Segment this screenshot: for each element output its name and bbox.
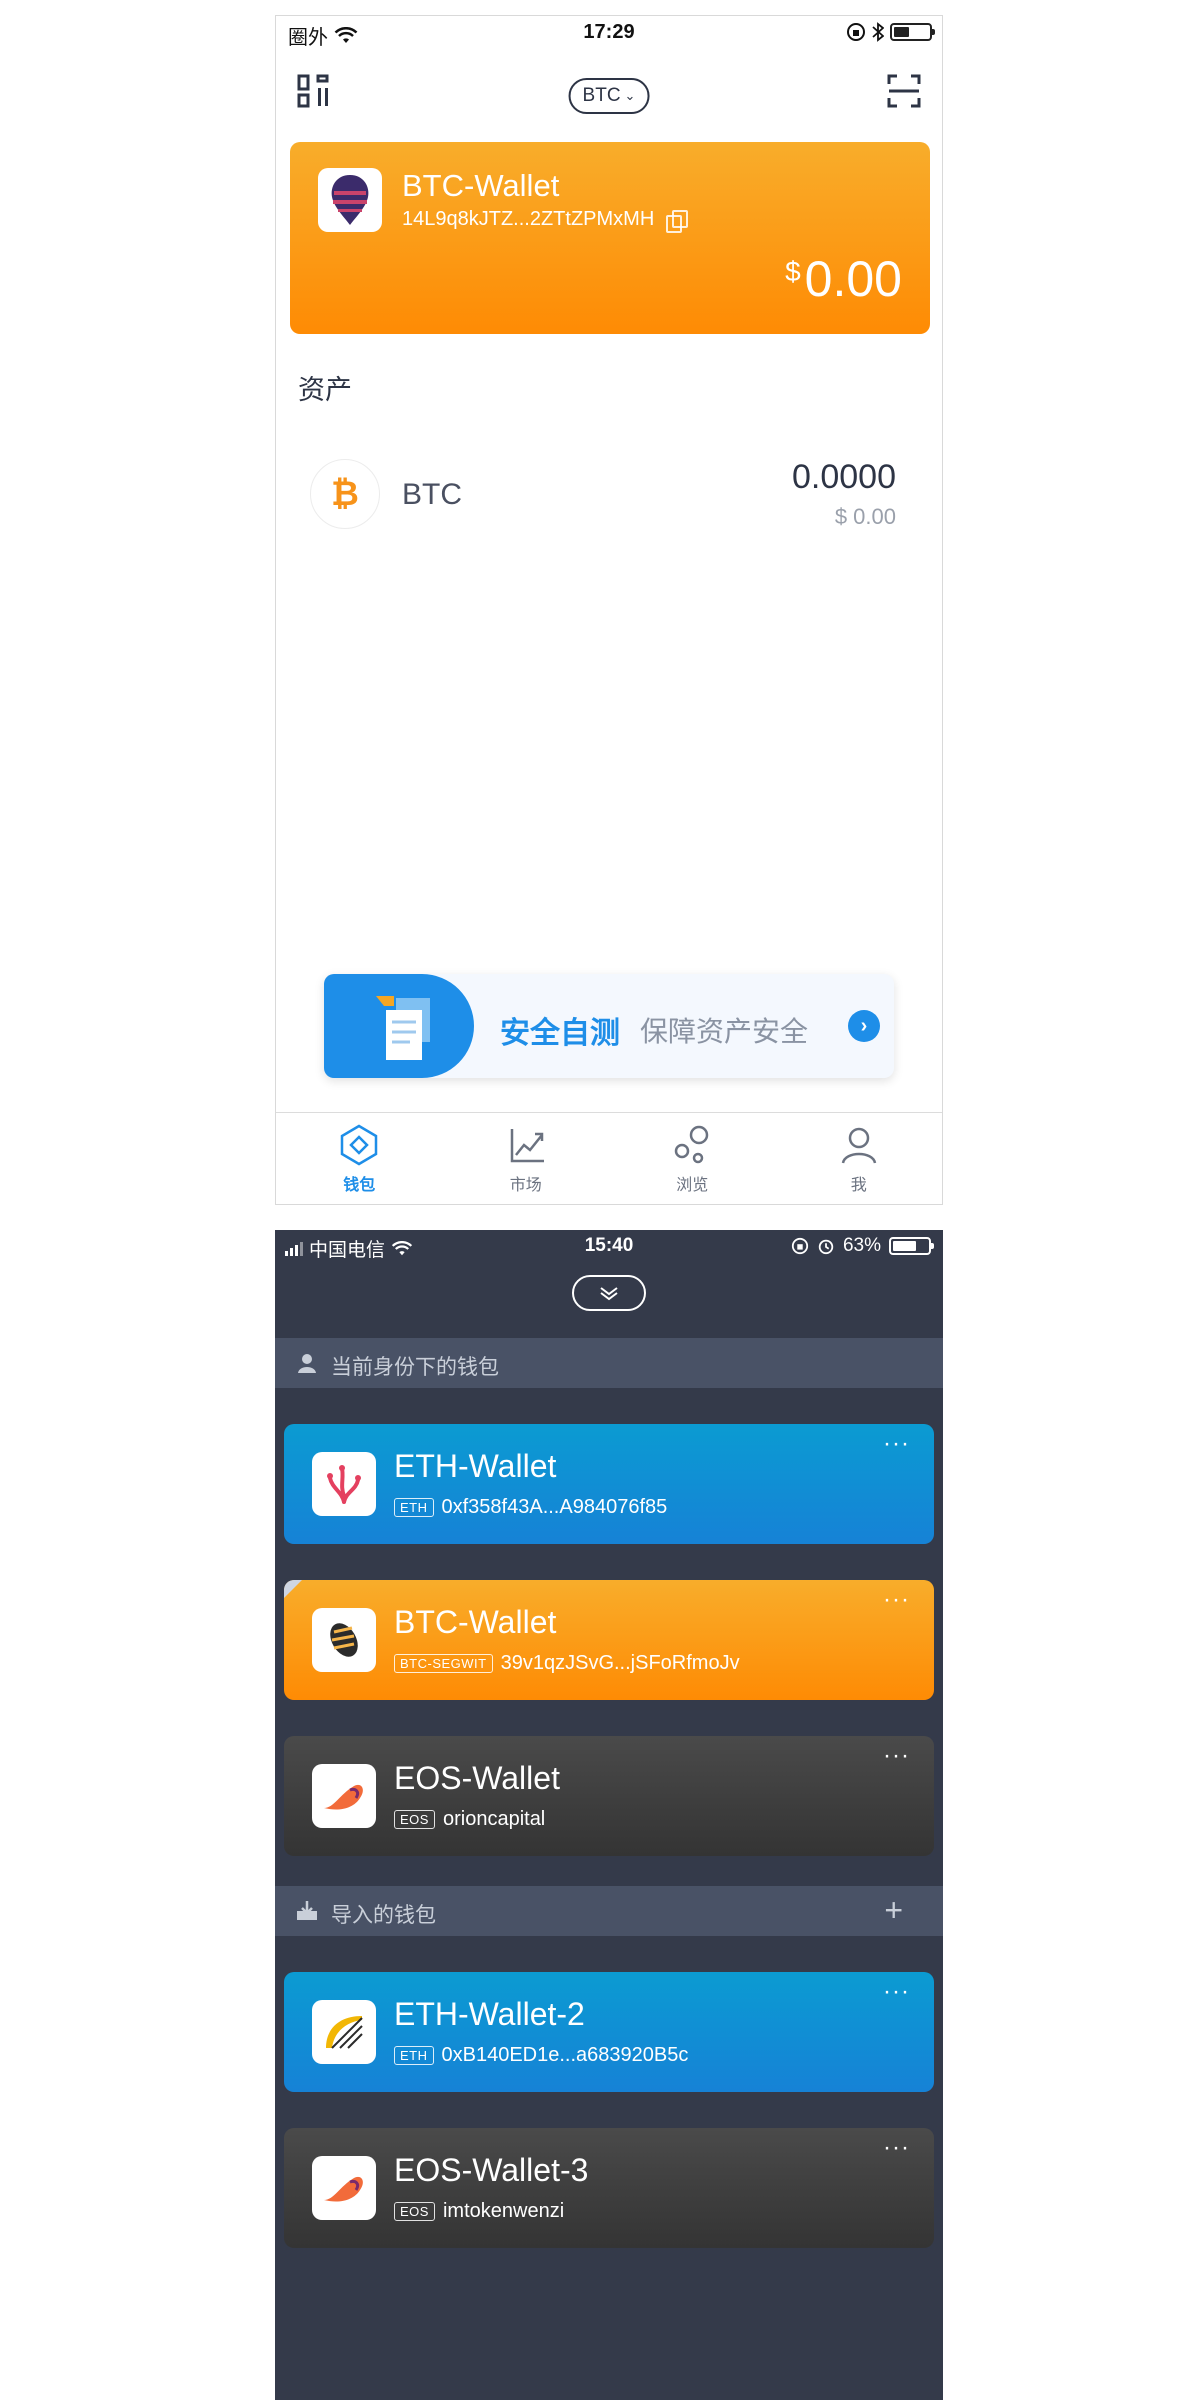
tab-label: 钱包 [343,1177,376,1194]
wallet-card-btc[interactable]: BTC-Wallet BTC-SEGWIT 39v1qzJSvG...jSFoR… [284,1580,934,1700]
wallet-name: BTC-Wallet [402,168,560,203]
imported-section-header: 导入的钱包 + [275,1886,943,1936]
asset-row-btc[interactable]: ₿ BTC 0.0000 $ 0.00 [298,456,918,536]
status-bar: 中国电信 15:40 63% [275,1230,943,1264]
balance-amount: 0.00 [804,251,902,307]
person-icon [298,1354,316,1373]
coral-logo-icon [327,1465,361,1504]
wallet-card-eth[interactable]: ETH-Wallet ETH 0xf358f43A...A984076f85 ·… [284,1424,934,1544]
banner-title: 安全自测 [500,1017,620,1050]
battery-percent: 63% [842,1235,881,1256]
wallet-name: EOS-Wallet [394,1760,560,1796]
coin-selector[interactable]: BTC ⌄ [568,78,650,114]
wallet-name: ETH-Wallet-2 [394,1996,585,2032]
btc-coin-icon: ₿ [310,459,380,529]
more-options-icon[interactable]: ··· [883,1742,910,1770]
wallet-name: EOS-Wallet-3 [394,2152,589,2188]
wallet-balance: $ 0.00 [785,250,902,308]
wallet-icon [341,1124,378,1166]
current-wallet-card[interactable]: BTC-Wallet 14L9q8kJTZ...2ZTtZPMxMH $ 0.0… [290,142,930,334]
tab-bar: 钱包 市场 浏览 我 [276,1112,943,1204]
bluetooth-icon [872,22,884,42]
alarm-icon [818,1239,834,1255]
browse-bubbles-icon [675,1125,709,1164]
conch-logo-icon [324,1784,363,1810]
add-wallet-icon[interactable]: + [884,1892,903,1929]
tab-label: 市场 [509,1177,542,1194]
section-label: 当前身份下的钱包 [331,1356,499,1379]
chain-tag: ETH [394,2046,434,2065]
tab-label: 我 [850,1177,867,1194]
wallet-address: 0xf358f43A...A984076f85 [441,1496,668,1518]
tab-me[interactable]: 我 [776,1113,943,1204]
selected-corner-indicator [284,1580,302,1598]
more-options-icon[interactable]: ··· [883,1978,910,2006]
wallet-avatar [312,1452,376,1516]
chain-tag: BTC-SEGWIT [394,1654,493,1673]
wallet-avatar [312,2000,376,2064]
shell-logo-icon [330,1623,358,1657]
chain-tag: EOS [394,1810,435,1829]
wallet-avatar [318,168,382,232]
market-chart-icon [510,1129,544,1163]
battery-icon [889,1237,934,1255]
tab-browse[interactable]: 浏览 [609,1113,776,1204]
more-options-icon[interactable]: ··· [883,1586,910,1614]
chain-tag: EOS [394,2202,435,2221]
orientation-lock-icon [791,1237,809,1255]
tab-label: 浏览 [676,1177,709,1194]
wallet-home-screen: 圈外 17:29 BTC ⌄ BTC-Wallet 14L9q8kJTZ...2… [275,15,943,1205]
wallet-card-eos[interactable]: EOS-Wallet EOS orioncapital ··· [284,1736,934,1856]
security-check-banner[interactable]: 安全自测 保障资产安全 › [324,974,894,1078]
wallet-address: 39v1qzJSvG...jSFoRfmoJv [500,1652,740,1674]
fan-logo-icon [326,2016,363,2049]
double-chevron-down-icon [600,1287,618,1301]
asset-fiat-value: $ 0.00 [834,504,896,529]
orientation-lock-icon [847,23,865,41]
wallet-address: orioncapital [442,1808,546,1830]
battery-icon [890,23,935,41]
wallet-switcher-screen: 中国电信 15:40 63% 当前身份下的钱包 ETH-Wallet ETH 0… [275,1230,943,2400]
scan-icon[interactable] [886,73,922,109]
qr-code-icon[interactable] [296,73,332,109]
svg-text:₿: ₿ [331,475,359,513]
currency-symbol: $ [785,256,801,287]
profile-icon [841,1127,876,1164]
identity-section-header: 当前身份下的钱包 [275,1338,943,1388]
status-time: 17:29 [583,21,635,43]
wallet-name: ETH-Wallet [394,1448,557,1484]
wallet-card-eos-3[interactable]: EOS-Wallet-3 EOS imtokenwenzi ··· [284,2128,934,2248]
section-label: 导入的钱包 [331,1904,436,1927]
asset-amount: 0.0000 [792,458,896,496]
more-options-icon[interactable]: ··· [883,2134,910,2162]
wallet-address: imtokenwenzi [442,2200,565,2222]
coin-selector-label: BTC [582,85,621,106]
status-bar: 圈外 17:29 [276,16,942,50]
top-nav: BTC ⌄ [276,61,942,125]
document-hand-icon [376,996,430,1060]
tab-market[interactable]: 市场 [443,1113,610,1204]
more-options-icon[interactable]: ··· [883,1430,910,1458]
chevron-down-icon: ⌄ [624,88,636,103]
tab-wallet[interactable]: 钱包 [276,1113,443,1204]
chevron-right-icon[interactable]: › [848,1010,880,1042]
wallet-address: 14L9q8kJTZ...2ZTtZPMxMH [402,208,655,230]
copy-icon[interactable] [666,209,689,233]
balloon-logo-icon [331,175,369,225]
wallet-avatar [312,1608,376,1672]
asset-symbol: BTC [402,478,462,511]
wallet-card-eth-2[interactable]: ETH-Wallet-2 ETH 0xB140ED1e...a683920B5c… [284,1972,934,2092]
banner-subtitle: 保障资产安全 [640,1016,809,1047]
conch-logo-icon [324,2176,363,2202]
chain-tag: ETH [394,1498,434,1517]
wallet-avatar [312,1764,376,1828]
collapse-button[interactable] [572,1275,646,1311]
wallet-avatar [312,2156,376,2220]
wallet-address: 0xB140ED1e...a683920B5c [441,2044,689,2066]
import-icon [297,1901,317,1920]
wallet-name: BTC-Wallet [394,1604,557,1640]
assets-title: 资产 [298,375,352,405]
